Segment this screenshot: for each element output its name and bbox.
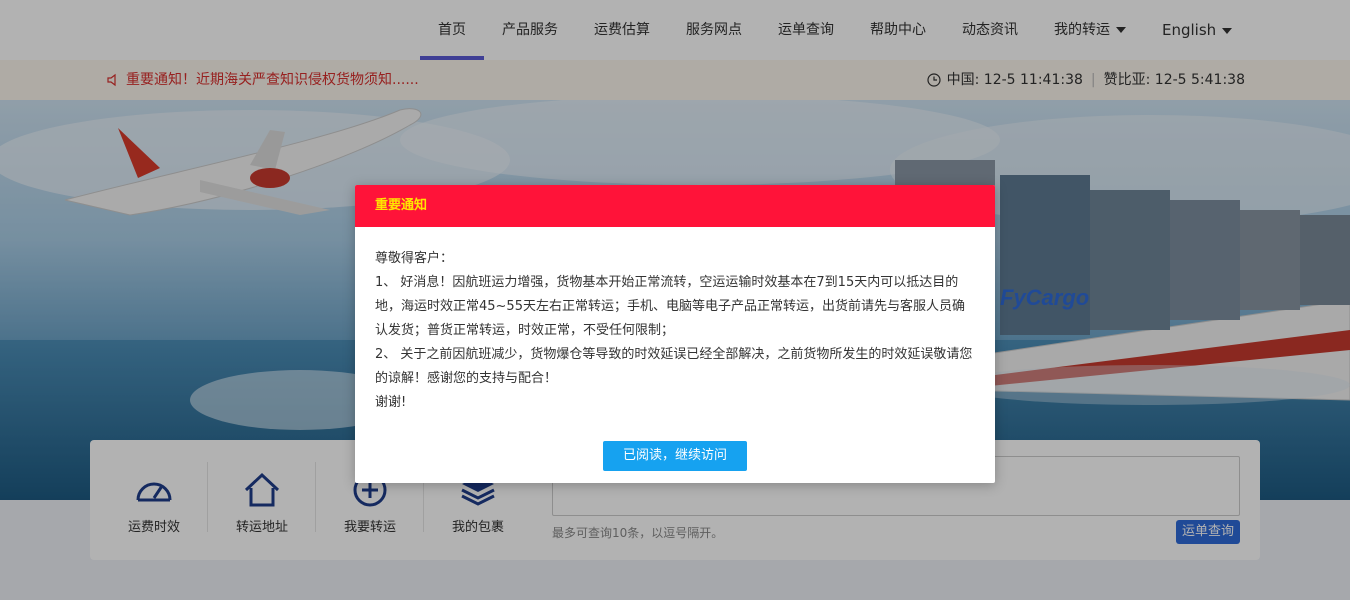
modal-title: 重要通知 xyxy=(355,185,995,227)
notice-modal: 重要通知 尊敬得客户： 1、 好消息！因航班运力增强，货物基本开始正常流转，空运… xyxy=(355,185,995,483)
modal-closing: 谢谢! xyxy=(375,395,407,410)
acknowledge-button[interactable]: 已阅读，继续访问 xyxy=(603,441,747,471)
modal-greeting: 尊敬得客户： xyxy=(375,251,454,266)
modal-paragraph-1: 1、 好消息！因航班运力增强，货物基本开始正常流转，空运运输时效基本在7到15天… xyxy=(375,275,965,338)
modal-body: 尊敬得客户： 1、 好消息！因航班运力增强，货物基本开始正常流转，空运运输时效基… xyxy=(355,227,995,415)
modal-paragraph-2: 2、 关于之前因航班减少，货物爆仓等导致的时效延误已经全部解决，之前货物所发生的… xyxy=(375,347,973,386)
